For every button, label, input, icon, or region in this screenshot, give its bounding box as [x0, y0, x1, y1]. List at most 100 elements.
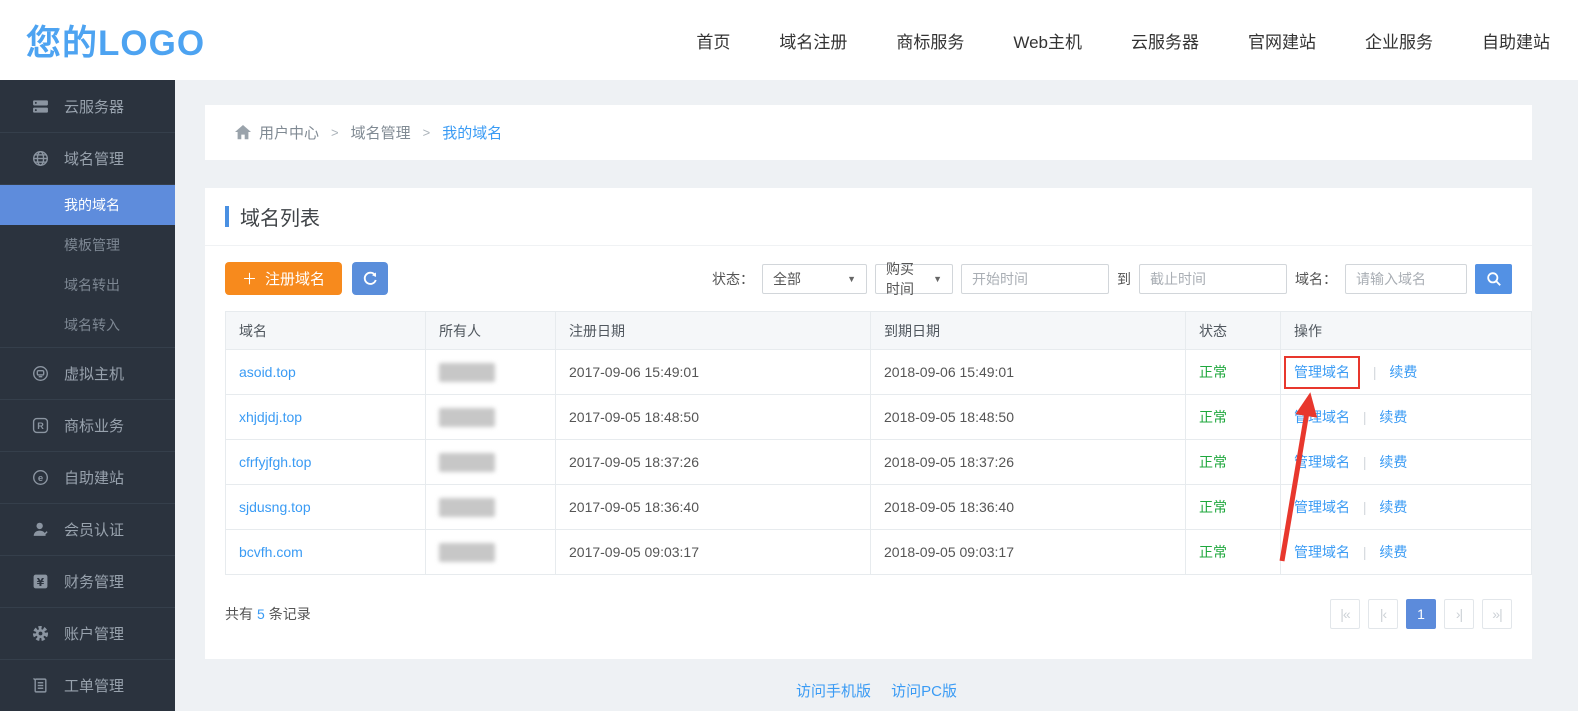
top-nav-home[interactable]: 首页: [696, 28, 730, 53]
sidebar-subitem-my-domains[interactable]: 我的域名: [0, 185, 175, 225]
breadcrumb-my-domains[interactable]: 我的域名: [442, 122, 502, 143]
sidebar-item-label: 工单管理: [64, 675, 124, 696]
panel-title-row: 域名列表: [205, 188, 1532, 246]
action-separator: |: [1373, 364, 1377, 380]
header-expire-date: 到期日期: [871, 312, 1186, 350]
breadcrumb-domain-management[interactable]: 域名管理: [351, 122, 411, 143]
refresh-button[interactable]: [352, 262, 388, 295]
sidebar: 云服务器 域名管理 我的域名 模板管理 域名转出 域名转入 虚拟主机 R 商标业…: [0, 80, 175, 711]
search-button[interactable]: [1475, 264, 1512, 294]
first-page-button[interactable]: |«: [1330, 599, 1360, 629]
top-nav-cloud-server[interactable]: 云服务器: [1131, 28, 1199, 53]
sidebar-item-domain-management[interactable]: 域名管理: [0, 132, 175, 184]
globe-icon: [31, 150, 49, 168]
sidebar-item-label: 域名管理: [64, 148, 124, 169]
start-date-input[interactable]: [961, 264, 1109, 294]
last-page-button[interactable]: »|: [1482, 599, 1512, 629]
domain-link[interactable]: sjdusng.top: [239, 499, 311, 515]
svg-text:¥: ¥: [36, 576, 44, 589]
sidebar-item-finance-management[interactable]: ¥ 财务管理: [0, 555, 175, 607]
breadcrumb: 用户中心 > 域名管理 > 我的域名: [205, 105, 1532, 160]
domain-search-input[interactable]: [1345, 264, 1467, 294]
renew-link[interactable]: 续费: [1379, 409, 1407, 425]
manage-domain-link[interactable]: 管理域名: [1294, 499, 1350, 515]
sidebar-item-self-build-site[interactable]: e 自助建站: [0, 451, 175, 503]
filter-bar: 状态： 全部 ▼ 购买时间 ▼ 到 域名：: [712, 264, 1512, 294]
to-label: 到: [1117, 269, 1131, 289]
status-badge: 正常: [1199, 544, 1227, 560]
mobile-version-link[interactable]: 访问手机版: [796, 683, 871, 700]
sidebar-item-work-order-management[interactable]: 工单管理: [0, 659, 175, 711]
top-nav-trademark[interactable]: 商标服务: [896, 28, 964, 53]
register-domain-button[interactable]: ＋ 注册域名: [225, 262, 342, 295]
sidebar-subitem-domain-transfer-out[interactable]: 域名转出: [0, 265, 175, 305]
status-select-value: 全部: [773, 269, 801, 289]
record-count: 共有5条记录: [225, 604, 311, 624]
manage-domain-link[interactable]: 管理域名: [1294, 454, 1350, 470]
sidebar-item-member-verification[interactable]: 会员认证: [0, 503, 175, 555]
manage-domain-link[interactable]: 管理域名: [1294, 409, 1350, 425]
plus-icon: ＋: [242, 268, 257, 289]
page-footer: 访问手机版 访问PC版: [175, 680, 1578, 701]
sidebar-item-account-management[interactable]: 账户管理: [0, 607, 175, 659]
toolbar: ＋ 注册域名 状态： 全部 ▼ 购买时间 ▼: [205, 246, 1532, 309]
server-icon: [31, 97, 49, 115]
page-title: 域名列表: [240, 202, 320, 231]
subitem-label: 模板管理: [64, 235, 120, 255]
owner-redacted: [439, 498, 495, 517]
subitem-label: 我的域名: [64, 195, 120, 215]
domain-link[interactable]: xhjdjdj.top: [239, 409, 302, 425]
sidebar-item-virtual-host[interactable]: 虚拟主机: [0, 347, 175, 399]
member-icon: [31, 521, 49, 539]
expire-date: 2018-09-05 18:36:40: [871, 485, 1186, 530]
pc-version-link[interactable]: 访问PC版: [891, 683, 957, 700]
svg-text:R: R: [37, 421, 44, 431]
subitem-label: 域名转入: [64, 315, 120, 335]
header-actions: 操作: [1281, 312, 1532, 350]
main-content: 用户中心 > 域名管理 > 我的域名 域名列表 ＋ 注册域名: [175, 80, 1578, 711]
subitem-label: 域名转出: [64, 275, 120, 295]
top-nav-web-hosting[interactable]: Web主机: [1013, 28, 1082, 53]
action-separator: |: [1363, 454, 1367, 470]
action-separator: |: [1363, 499, 1367, 515]
status-select[interactable]: 全部 ▼: [762, 264, 867, 294]
prev-page-button[interactable]: |‹: [1368, 599, 1398, 629]
sidebar-item-cloud-server[interactable]: 云服务器: [0, 80, 175, 132]
breadcrumb-user-center[interactable]: 用户中心: [259, 122, 319, 143]
time-type-select[interactable]: 购买时间 ▼: [875, 264, 953, 294]
domain-link[interactable]: cfrfyjfgh.top: [239, 454, 311, 470]
top-nav-website-building[interactable]: 官网建站: [1248, 28, 1316, 53]
page-1-button[interactable]: 1: [1406, 599, 1436, 629]
end-date-input[interactable]: [1139, 264, 1287, 294]
sidebar-subitem-template-management[interactable]: 模板管理: [0, 225, 175, 265]
manage-domain-link[interactable]: 管理域名: [1294, 364, 1350, 380]
sidebar-subitem-domain-transfer-in[interactable]: 域名转入: [0, 305, 175, 345]
domain-link[interactable]: bcvfh.com: [239, 544, 303, 560]
top-nav-enterprise[interactable]: 企业服务: [1365, 28, 1433, 53]
renew-link[interactable]: 续费: [1379, 499, 1407, 515]
domain-link[interactable]: asoid.top: [239, 364, 296, 380]
manage-domain-link[interactable]: 管理域名: [1294, 544, 1350, 560]
register-date: 2017-09-05 18:36:40: [556, 485, 871, 530]
status-badge: 正常: [1199, 409, 1227, 425]
record-count-value: 5: [257, 606, 265, 622]
renew-link[interactable]: 续费: [1379, 454, 1407, 470]
table-row: cfrfyjfgh.top 2017-09-05 18:37:26 2018-0…: [226, 440, 1532, 485]
record-count-prefix: 共有: [225, 606, 253, 622]
status-filter-label: 状态：: [712, 269, 754, 289]
top-nav: 首页 域名注册 商标服务 Web主机 云服务器 官网建站 企业服务 自助建站: [696, 28, 1550, 53]
sidebar-item-label: 商标业务: [64, 415, 124, 436]
top-nav-self-build[interactable]: 自助建站: [1482, 28, 1550, 53]
sidebar-item-trademark-business[interactable]: R 商标业务: [0, 399, 175, 451]
register-domain-label: 注册域名: [265, 268, 325, 289]
svg-text:e: e: [37, 473, 42, 484]
domain-table: 域名 所有人 注册日期 到期日期 状态 操作 asoid.top 2017-09…: [225, 311, 1532, 575]
top-nav-domain-register[interactable]: 域名注册: [779, 28, 847, 53]
table-row: sjdusng.top 2017-09-05 18:36:40 2018-09-…: [226, 485, 1532, 530]
next-page-button[interactable]: ›|: [1444, 599, 1474, 629]
renew-link[interactable]: 续费: [1379, 544, 1407, 560]
renew-link[interactable]: 续费: [1389, 364, 1417, 380]
header-status: 状态: [1186, 312, 1281, 350]
owner-redacted: [439, 363, 495, 382]
trademark-icon: R: [31, 417, 49, 435]
